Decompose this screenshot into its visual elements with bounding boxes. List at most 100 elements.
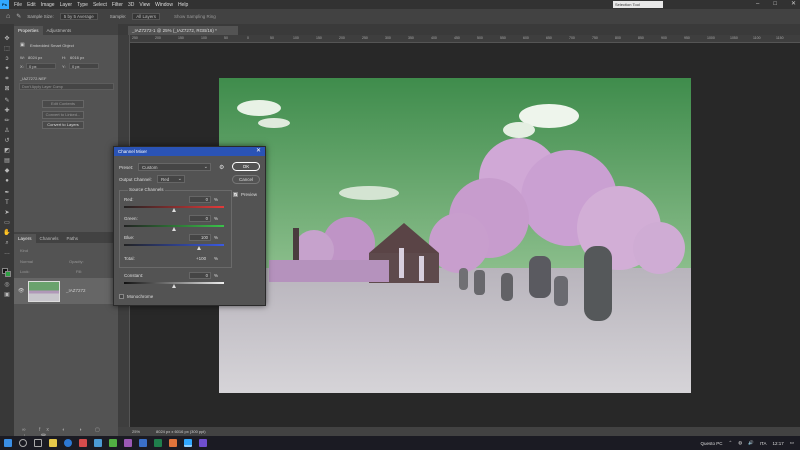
teams-icon[interactable] <box>199 439 207 447</box>
crop-tool-icon[interactable]: ⌗ <box>3 76 11 82</box>
gear-icon[interactable]: ⚙ <box>219 164 224 171</box>
x-field[interactable]: 0 px <box>26 63 56 69</box>
green-value-field[interactable]: 0 <box>189 215 211 222</box>
ok-button[interactable]: OK <box>232 162 260 171</box>
show-sampling-ring-checkbox[interactable]: Show Sampling Ring <box>174 14 216 19</box>
maximize-icon[interactable]: □ <box>773 0 777 9</box>
eraser-tool-icon[interactable]: ◩ <box>3 148 11 154</box>
preset-dropdown[interactable]: Custom ⌄ <box>138 163 211 171</box>
close-icon[interactable]: ✕ <box>256 147 261 156</box>
constant-value-field[interactable]: 0 <box>189 272 211 279</box>
blend-mode-dropdown[interactable]: Normal <box>20 259 33 264</box>
brush-tool-icon[interactable]: ✏ <box>3 118 11 124</box>
eyedropper-icon[interactable]: ✎ <box>3 98 11 104</box>
zoom-level[interactable]: 25% <box>132 427 140 436</box>
tab-properties[interactable]: Properties <box>14 26 43 35</box>
constant-slider-thumb[interactable] <box>172 284 176 288</box>
zoom-tool-icon[interactable]: ⌕ <box>3 240 11 246</box>
edit-toolbar-icon[interactable]: … <box>3 250 11 256</box>
sample-size-dropdown[interactable]: 5 by 5 Average <box>59 13 98 20</box>
document-tab[interactable]: _IAZ7272-1 @ 25% (_IAZ7272, RGB/16) * <box>128 26 238 35</box>
notification-icon[interactable]: ▭ <box>790 440 794 446</box>
preview-checkbox[interactable]: ✓ <box>233 192 238 197</box>
sample-dropdown[interactable]: All Layers <box>132 13 161 20</box>
network-icon[interactable]: ◍ <box>738 440 742 446</box>
shape-tool-icon[interactable]: ▭ <box>3 220 11 226</box>
menu-edit[interactable]: Edit <box>27 2 36 8</box>
quick-select-icon[interactable]: ✦ <box>3 66 11 72</box>
home-icon[interactable]: ⌂ <box>6 13 10 20</box>
green-slider-thumb[interactable] <box>172 227 176 231</box>
red-slider-thumb[interactable] <box>172 208 176 212</box>
clock[interactable]: 12:17 <box>772 441 783 446</box>
task-view-icon[interactable] <box>34 439 42 447</box>
menu-3d[interactable]: 3D <box>128 2 134 8</box>
chevron-up-icon[interactable]: ⌃ <box>728 440 732 446</box>
menu-image[interactable]: Image <box>41 2 55 8</box>
pen-tool-icon[interactable]: ✒ <box>3 190 11 196</box>
dodge-tool-icon[interactable]: ● <box>3 178 11 184</box>
powerpoint-icon[interactable] <box>169 439 177 447</box>
photoshop-logo-icon[interactable]: Ps <box>0 0 9 9</box>
tab-layers[interactable]: Layers <box>14 234 36 243</box>
photoshop-task-icon[interactable] <box>184 439 192 447</box>
convert-linked-button[interactable]: Convert to Linked... <box>42 111 84 119</box>
tab-paths[interactable]: Paths <box>63 234 83 243</box>
cancel-button[interactable]: Cancel <box>232 175 260 184</box>
type-tool-icon[interactable]: T <box>3 200 11 206</box>
edge-icon[interactable] <box>64 439 72 447</box>
h-value[interactable]: 6016 px <box>70 55 84 60</box>
blur-tool-icon[interactable]: ◆ <box>3 168 11 174</box>
screen-mode-icon[interactable]: ▣ <box>3 292 11 298</box>
hand-tool-icon[interactable]: ✋ <box>3 230 11 236</box>
tab-adjustments[interactable]: Adjustments <box>43 26 76 35</box>
gradient-tool-icon[interactable]: ▤ <box>3 158 11 164</box>
start-icon[interactable] <box>4 439 12 447</box>
kind-filter[interactable]: Kind <box>20 248 28 253</box>
menu-filter[interactable]: Filter <box>112 2 123 8</box>
volume-icon[interactable]: 🔊 <box>748 440 754 446</box>
language-indicator[interactable]: ITA <box>760 441 767 446</box>
frame-tool-icon[interactable]: ⊠ <box>3 86 11 92</box>
menu-window[interactable]: Window <box>155 2 173 8</box>
y-field[interactable]: 0 px <box>69 63 99 69</box>
app-icon[interactable] <box>124 439 132 447</box>
visibility-eye-icon[interactable]: 👁 <box>18 288 24 294</box>
menu-type[interactable]: Type <box>77 2 88 8</box>
selection-tool-tip[interactable]: Selection Tool <box>613 1 663 8</box>
search-icon[interactable] <box>19 439 27 447</box>
excel-icon[interactable] <box>154 439 162 447</box>
history-brush-icon[interactable]: ↺ <box>3 138 11 144</box>
minimize-icon[interactable]: – <box>756 0 759 9</box>
red-value-field[interactable]: 0 <box>189 196 211 203</box>
file-explorer-icon[interactable] <box>49 439 57 447</box>
convert-to-layers-button[interactable]: Convert to Layers <box>42 121 84 129</box>
marquee-tool-icon[interactable]: ⬚ <box>3 46 11 52</box>
blue-slider-thumb[interactable] <box>197 246 201 250</box>
move-tool-icon[interactable]: ✥ <box>3 36 11 42</box>
menu-select[interactable]: Select <box>93 2 107 8</box>
menu-layer[interactable]: Layer <box>60 2 73 8</box>
layer-comp-dropdown[interactable]: Don't Apply Layer Comp <box>19 83 114 90</box>
mail-icon[interactable] <box>79 439 87 447</box>
lasso-tool-icon[interactable]: ↄ <box>3 56 11 62</box>
stamp-tool-icon[interactable]: ♙ <box>3 128 11 134</box>
close-window-icon[interactable]: ✕ <box>791 0 796 9</box>
edit-contents-button[interactable]: Edit Contents <box>42 100 84 108</box>
path-select-icon[interactable]: ➤ <box>3 210 11 216</box>
healing-brush-icon[interactable]: ✚ <box>3 108 11 114</box>
this-pc-label[interactable]: Questo PC <box>700 441 722 446</box>
word-icon[interactable] <box>139 439 147 447</box>
tab-channels[interactable]: Channels <box>36 234 63 243</box>
w-value[interactable]: 8024 px <box>28 55 42 60</box>
blue-value-field[interactable]: 100 <box>189 234 211 241</box>
output-channel-dropdown[interactable]: Red ⌄ <box>157 175 185 183</box>
eyedropper-tool-icon[interactable]: ✎ <box>16 13 21 20</box>
menu-view[interactable]: View <box>139 2 150 8</box>
monochrome-checkbox[interactable] <box>119 294 124 299</box>
blue-slider-track[interactable] <box>124 244 224 246</box>
store-icon[interactable] <box>94 439 102 447</box>
menu-file[interactable]: File <box>14 2 22 8</box>
quick-mask-icon[interactable]: ◎ <box>3 282 11 288</box>
document-image[interactable] <box>219 78 691 393</box>
